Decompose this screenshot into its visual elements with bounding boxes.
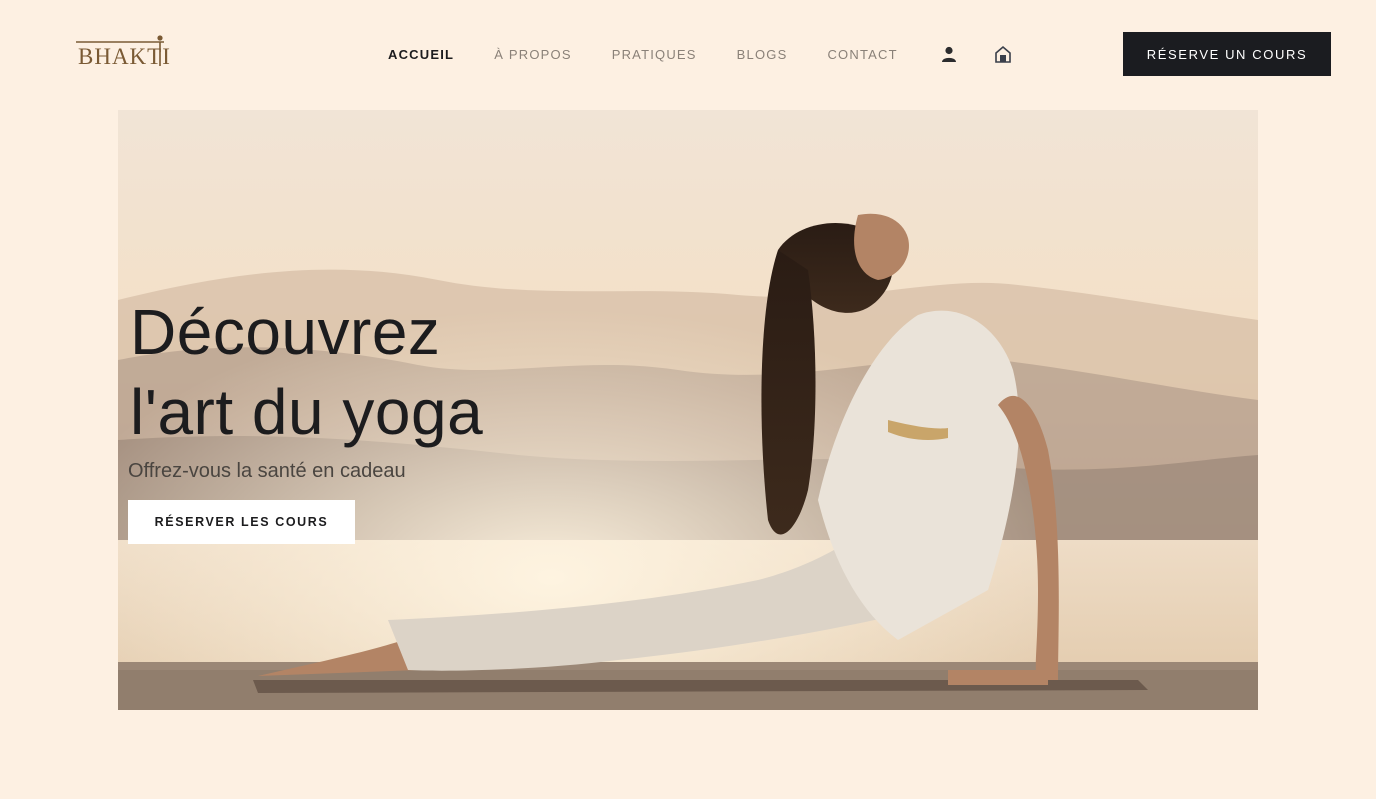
nav-item-contact[interactable]: CONTACT [827, 47, 897, 62]
nav-item-pratiques[interactable]: PRATIQUES [612, 47, 697, 62]
nav-item-accueil[interactable]: ACCUEIL [388, 47, 454, 62]
main-nav: ACCUEIL À PROPOS PRATIQUES BLOGS CONTACT [388, 45, 1046, 63]
nav-item-blogs[interactable]: BLOGS [737, 47, 788, 62]
brand-name: BHAKTI [78, 44, 171, 69]
brand-logo[interactable]: BHAKTI [76, 34, 171, 70]
book-courses-button[interactable]: RÉSERVER LES COURS [128, 500, 355, 544]
site-header: BHAKTI ACCUEIL À PROPOS PRATIQUES BLOGS … [0, 0, 1376, 108]
nav-item-a-propos[interactable]: À PROPOS [494, 47, 572, 62]
hero-title: Découvrez l'art du yoga [130, 292, 483, 452]
hero-subtitle: Offrez-vous la santé en cadeau [128, 460, 406, 482]
home-icon[interactable] [992, 43, 1014, 65]
hero-banner: Découvrez l'art du yoga Offrez-vous la s… [118, 110, 1258, 710]
user-icon[interactable] [938, 43, 960, 65]
book-class-button[interactable]: RÉSERVE UN COURS [1123, 32, 1331, 76]
hero-title-line-2: l'art du yoga [130, 376, 484, 448]
hero-title-line-1: Découvrez [130, 296, 441, 368]
